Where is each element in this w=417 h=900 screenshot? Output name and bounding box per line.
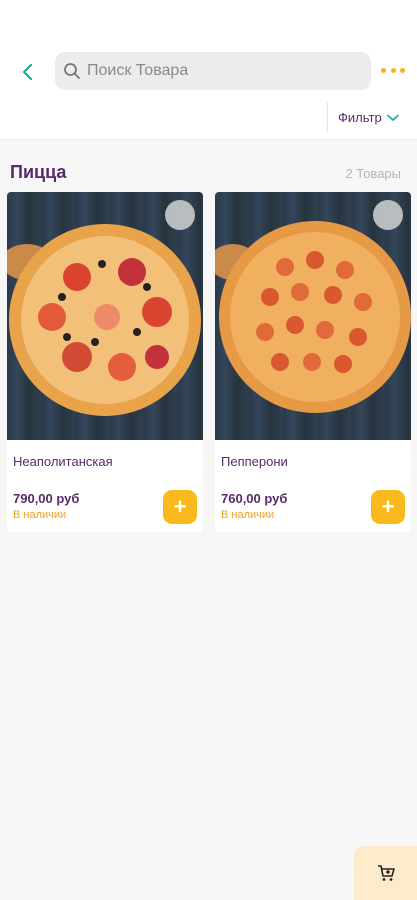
dot	[381, 67, 386, 73]
chevron-down-icon	[386, 114, 399, 121]
product-card[interactable]: Пепперони 760,00 руб В наличии +	[215, 192, 411, 532]
product-image	[215, 192, 411, 440]
dot	[390, 67, 396, 73]
product-name: Пепперони	[221, 454, 288, 469]
favorite-button[interactable]	[165, 200, 195, 230]
product-price: 760,00 руб	[221, 491, 288, 506]
add-to-cart-button[interactable]: +	[163, 490, 197, 524]
favorite-button[interactable]	[373, 200, 403, 230]
product-price: 790,00 руб	[13, 491, 80, 506]
dot	[400, 67, 405, 73]
search-icon	[64, 63, 80, 79]
chevron-left-icon	[22, 63, 33, 81]
stock-status: В наличии	[13, 509, 67, 521]
product-image	[7, 192, 203, 440]
search-box[interactable]	[55, 52, 371, 90]
section-title: Пицца	[10, 162, 67, 182]
back-button[interactable]	[14, 58, 42, 86]
divider	[327, 102, 328, 132]
top-bar: Фильтр	[0, 0, 417, 140]
product-name: Неаполитанская	[13, 454, 113, 469]
cart-button[interactable]	[354, 846, 417, 900]
product-card[interactable]: Неаполитанская 790,00 руб В наличии +	[7, 192, 203, 532]
stock-status: В наличии	[221, 509, 275, 521]
section-count: 2 Товары	[345, 166, 401, 181]
search-input[interactable]	[87, 62, 357, 80]
more-options-button[interactable]	[381, 60, 405, 80]
filter-button[interactable]: Фильтр	[338, 110, 399, 125]
filter-label: Фильтр	[338, 110, 382, 125]
cart-icon	[377, 865, 395, 881]
add-to-cart-button[interactable]: +	[371, 490, 405, 524]
